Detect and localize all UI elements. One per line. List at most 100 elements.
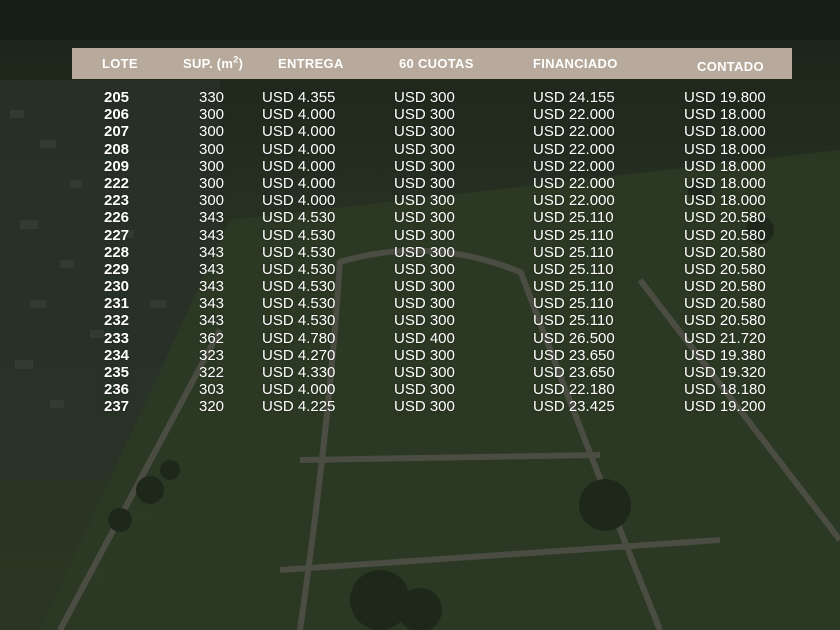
cell-financiado: USD 25.110 [533,260,614,278]
cell-financiado: USD 22.000 [533,123,615,141]
cell-superficie: 343 [199,243,225,261]
cell-cuotas: USD 300 [394,278,455,296]
cell-cuotas: USD 300 [394,89,455,106]
cell-entrega: USD 4.000 [262,157,336,175]
cell-cuotas: USD 300 [394,157,455,175]
cell-contado: USD 20.580 [684,278,766,296]
cell-cuotas: USD 300 [394,381,455,399]
cell-financiado: USD 25.110 [533,312,614,330]
cell-lote: 206 [104,106,130,124]
table-row: 237 320 USD 4.225 USD 300 USD 23.425 USD 19.2… [0,398,840,415]
cell-contado: USD 18.000 [684,123,766,141]
cell-financiado: USD 25.110 [533,243,614,261]
cell-financiado: USD 23.425 [533,398,615,416]
cell-financiado: USD 22.000 [533,157,615,175]
cell-cuotas: USD 300 [394,226,455,244]
price-table-body: 205 330 USD 4.355 USD 300 USD 24.155 USD 19.8… [0,89,840,416]
table-row: 226 343 USD 4.530 USD 300 USD 25.110 USD 20.5… [0,209,840,226]
cell-superficie: 300 [199,174,225,192]
table-row: 231 343 USD 4.530 USD 300 USD 25.110 USD 20.5… [0,295,840,312]
cell-financiado: USD 22.000 [533,174,615,192]
cell-lote: 232 [104,312,130,330]
cell-entrega: USD 4.530 [262,260,336,278]
cell-lote: 230 [104,278,130,296]
cell-superficie: 303 [199,381,225,399]
cell-cuotas: USD 300 [394,295,455,313]
cell-financiado: USD 22.180 [533,381,615,399]
cell-lote: 222 [104,174,130,192]
cell-lote: 208 [104,140,130,158]
cell-cuotas: USD 300 [394,243,455,261]
cell-contado: USD 20.580 [684,243,766,261]
cell-lote: 236 [104,381,130,399]
cell-cuotas: USD 300 [394,123,455,141]
cell-cuotas: USD 300 [394,346,455,364]
cell-entrega: USD 4.530 [262,295,336,313]
cell-superficie: 343 [199,260,225,278]
cell-cuotas: USD 300 [394,209,455,227]
cell-entrega: USD 4.530 [262,312,336,330]
cell-superficie: 343 [199,209,225,227]
cell-contado: USD 19.320 [684,364,766,381]
cell-superficie: 330 [199,89,225,106]
cell-contado: USD 18.000 [684,106,766,124]
cell-superficie: 343 [199,312,225,330]
column-header-contado: CONTADO [697,59,764,74]
cell-contado: USD 20.580 [684,226,766,244]
table-row: 229 343 USD 4.530 USD 300 USD 25.110 USD 20.5… [0,261,840,278]
cell-superficie: 300 [199,123,225,141]
cell-entrega: USD 4.530 [262,278,336,296]
cell-entrega: USD 4.000 [262,106,336,124]
cell-entrega: USD 4.530 [262,209,336,227]
table-row: 208 300 USD 4.000 USD 300 USD 22.000 USD 18.0… [0,141,840,158]
cell-superficie: 362 [199,329,225,347]
cell-lote: 223 [104,192,130,210]
table-row: 227 343 USD 4.530 USD 300 USD 25.110 USD 20.5… [0,227,840,244]
cell-financiado: USD 25.110 [533,295,614,313]
cell-superficie: 300 [199,140,225,158]
table-row: 206 300 USD 4.000 USD 300 USD 22.000 USD 18.0… [0,106,840,123]
table-row: 230 343 USD 4.530 USD 300 USD 25.110 USD 20.5… [0,278,840,295]
table-row: 205 330 USD 4.355 USD 300 USD 24.155 USD 19.8… [0,89,840,106]
cell-lote: 237 [104,398,130,416]
cell-lote: 233 [104,329,130,347]
table-row: 233 362 USD 4.780 USD 400 USD 26.500 USD 21.7… [0,330,840,347]
table-row: 232 343 USD 4.530 USD 300 USD 25.110 USD 20.5… [0,312,840,329]
column-header-entrega: ENTREGA [278,56,344,71]
cell-superficie: 300 [199,192,225,210]
cell-lote: 228 [104,243,130,261]
cell-cuotas: USD 400 [394,329,455,347]
cell-cuotas: USD 300 [394,174,455,192]
cell-lote: 226 [104,209,130,227]
cell-entrega: USD 4.530 [262,226,336,244]
cell-superficie: 343 [199,278,225,296]
cell-superficie: 322 [199,364,225,381]
cell-contado: USD 18.000 [684,140,766,158]
cell-entrega: USD 4.530 [262,243,336,261]
cell-financiado: USD 23.650 [533,364,615,381]
cell-cuotas: USD 300 [394,398,455,416]
cell-entrega: USD 4.780 [262,329,336,347]
cell-cuotas: USD 300 [394,312,455,330]
cell-contado: USD 18.000 [684,174,766,192]
cell-cuotas: USD 300 [394,260,455,278]
cell-entrega: USD 4.000 [262,174,336,192]
cell-entrega: USD 4.000 [262,192,336,210]
column-header-cuotas: 60 CUOTAS [399,56,474,71]
cell-entrega: USD 4.270 [262,346,336,364]
cell-financiado: USD 26.500 [533,329,615,347]
cell-entrega: USD 4.000 [262,140,336,158]
cell-superficie: 343 [199,226,225,244]
cell-financiado: USD 22.000 [533,106,615,124]
cell-lote: 205 [104,89,130,106]
cell-superficie: 300 [199,106,225,124]
table-row: 228 343 USD 4.530 USD 300 USD 25.110 USD 20.5… [0,244,840,261]
table-row: 209 300 USD 4.000 USD 300 USD 22.000 USD 18.0… [0,158,840,175]
cell-financiado: USD 25.110 [533,278,614,296]
cell-lote: 227 [104,226,130,244]
cell-financiado: USD 24.155 [533,89,615,106]
cell-lote: 231 [104,295,130,313]
cell-contado: USD 19.800 [684,89,766,106]
cell-lote: 234 [104,346,130,364]
cell-financiado: USD 25.110 [533,209,614,227]
